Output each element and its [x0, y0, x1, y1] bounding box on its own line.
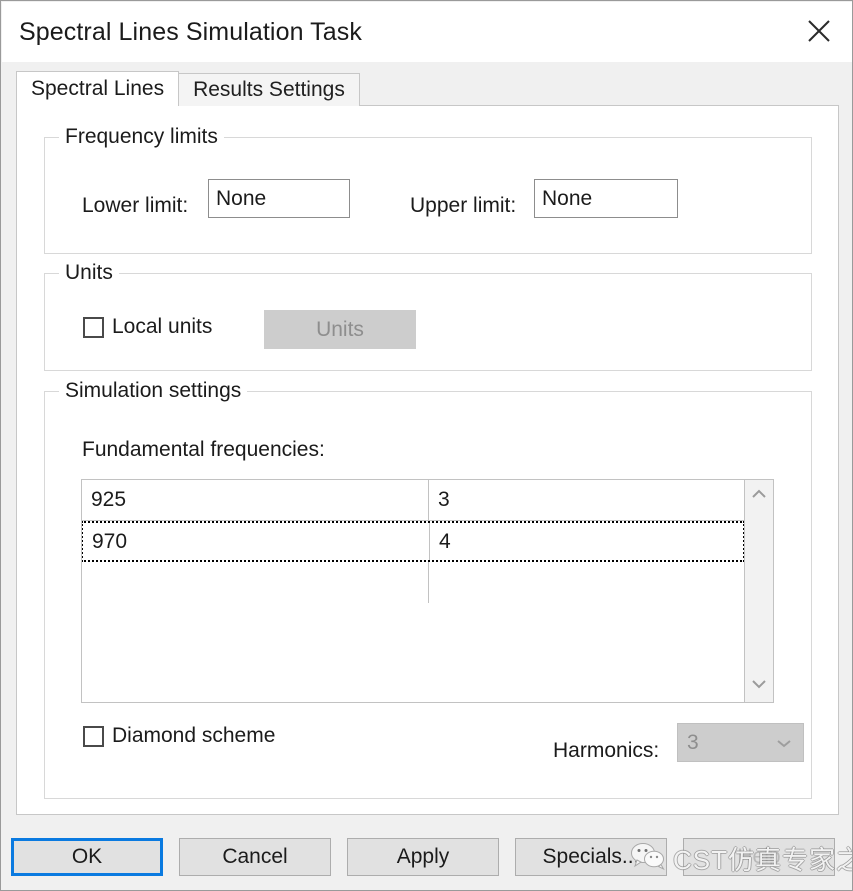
cell-harmonic: 3 [429, 480, 744, 520]
chevron-up-icon [751, 487, 767, 505]
simulation-settings-group-title: Simulation settings [59, 379, 247, 403]
tab-results-settings[interactable]: Results Settings [178, 73, 360, 106]
close-x-icon [806, 18, 832, 44]
ok-button-label: OK [72, 845, 102, 869]
units-group: Units Local units Units [44, 273, 812, 371]
frequency-limits-group-title: Frequency limits [59, 125, 224, 149]
spectral-lines-dialog: Spectral Lines Simulation Task Spectral … [0, 0, 853, 891]
cell-frequency [82, 562, 429, 603]
harmonics-value: 3 [687, 731, 699, 755]
apply-button-label: Apply [397, 845, 450, 869]
apply-button[interactable]: Apply [347, 838, 499, 876]
cell-frequency: 970 [83, 523, 430, 560]
table-body: 925 3 970 4 [82, 480, 745, 702]
local-units-checkbox[interactable]: Local units [83, 315, 212, 339]
simulation-settings-group: Simulation settings Fundamental frequenc… [44, 391, 812, 799]
cell-harmonic: 4 [430, 523, 743, 560]
chevron-down-icon [751, 677, 767, 695]
units-button-label: Units [316, 318, 364, 342]
upper-limit-input[interactable] [534, 179, 678, 218]
table-row[interactable]: 925 3 [82, 480, 744, 521]
scroll-up-button[interactable] [745, 482, 773, 510]
diamond-scheme-checkbox-box [83, 726, 104, 747]
window-title: Spectral Lines Simulation Task [19, 18, 362, 47]
specials-button[interactable]: Specials... [515, 838, 667, 876]
lower-limit-input[interactable] [208, 179, 350, 218]
diamond-scheme-label: Diamond scheme [112, 724, 275, 748]
ok-button[interactable]: OK [11, 838, 163, 876]
cell-frequency: 925 [82, 480, 429, 520]
cancel-button[interactable]: Cancel [179, 838, 331, 876]
upper-limit-label: Upper limit: [410, 194, 516, 218]
units-button: Units [264, 310, 416, 349]
table-row[interactable] [82, 562, 744, 603]
table-vertical-scrollbar[interactable] [745, 480, 773, 702]
scroll-down-button[interactable] [745, 672, 773, 700]
fundamental-frequencies-label: Fundamental frequencies: [82, 438, 325, 462]
tab-spectral-lines[interactable]: Spectral Lines [16, 71, 179, 106]
tab-strip: Spectral Lines Results Settings [16, 73, 360, 106]
specials-button-label: Specials... [543, 845, 640, 869]
frequency-limits-group: Frequency limits Lower limit: Upper limi… [44, 137, 812, 254]
title-bar: Spectral Lines Simulation Task [2, 2, 853, 62]
dialog-button-row: OK Cancel Apply Specials... Help [1, 831, 853, 883]
chevron-down-icon [775, 737, 793, 749]
tab-page-spectral-lines: Frequency limits Lower limit: Upper limi… [16, 105, 839, 815]
harmonics-label: Harmonics: [553, 739, 659, 763]
table-row[interactable]: 970 4 [82, 521, 745, 562]
cell-harmonic [429, 562, 744, 603]
harmonics-dropdown: 3 [677, 723, 804, 762]
local-units-label: Local units [112, 315, 212, 339]
lower-limit-label: Lower limit: [82, 194, 188, 218]
units-group-title: Units [59, 261, 119, 285]
local-units-checkbox-box [83, 317, 104, 338]
close-button[interactable] [793, 8, 845, 54]
help-button[interactable]: Help [683, 838, 835, 876]
diamond-scheme-checkbox[interactable]: Diamond scheme [83, 724, 275, 748]
tab-spectral-lines-label: Spectral Lines [31, 77, 164, 101]
fundamental-frequencies-table[interactable]: 925 3 970 4 [81, 479, 774, 703]
help-button-label: Help [737, 845, 780, 869]
tab-results-settings-label: Results Settings [193, 78, 345, 102]
cancel-button-label: Cancel [222, 845, 287, 869]
